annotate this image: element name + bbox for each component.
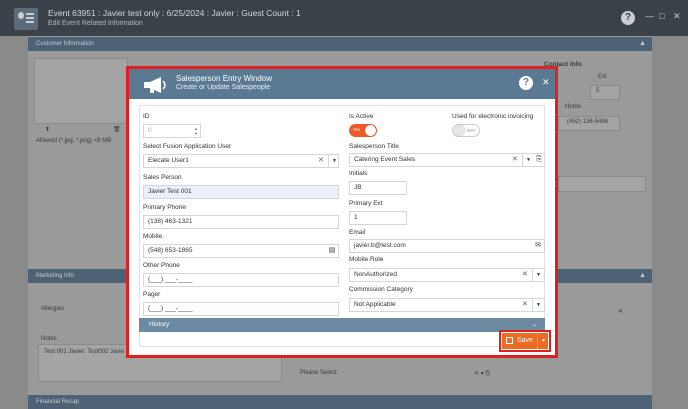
modal-help-icon[interactable]: ? [519,76,533,90]
app-user-value: Elecate User1 [148,157,189,164]
ext-label: Ext [598,74,607,80]
copy-icon[interactable]: ⎘ [533,154,544,166]
salesperson-title-label: Salesperson Title [349,143,399,150]
email-input[interactable]: javier.b@test.com ✉ [349,239,545,253]
maximize-button[interactable]: □ [659,11,664,21]
salesperson-entry-modal: Salesperson Entry Window Create or Updat… [129,69,555,355]
ext-value: 5 [596,88,600,94]
other-phone-label: Other Phone [143,262,180,269]
save-button[interactable]: Save ▼ [502,333,548,349]
pager-input[interactable]: (___) ___-____ [143,302,339,316]
bg-field-right[interactable] [558,176,646,192]
envelope-icon[interactable]: ✉ [532,240,544,252]
upload-icon[interactable]: ⬆ [45,126,50,133]
invoicing-toggle[interactable]: OFF [452,124,480,137]
caret-down-icon[interactable]: ▼ [537,333,549,349]
initials-input[interactable]: JB [349,181,407,195]
invoicing-label: Used for electronic invoicing [452,113,534,120]
notes-value: Test 001 Javier. Test002 Javie [44,349,124,355]
megaphone-icon [144,77,166,93]
clear-icon[interactable]: ✕ [522,299,528,311]
ext-field[interactable] [590,85,620,100]
home-label: Home [565,104,582,110]
id-label: ID [143,113,150,120]
modal-title: Salesperson Entry Window [176,74,273,83]
history-label: History [149,321,170,328]
window-close-button[interactable]: ✕ [673,11,681,22]
is-active-state: ON [353,127,360,132]
mobile-role-select[interactable]: NonAuthorized ✕ ▼ [349,268,545,282]
mobile-role-value: NonAuthorized [354,271,397,278]
mobile-input[interactable]: (548) 653-1865 ▤ [143,244,339,258]
salesperson-title-select[interactable]: Catering Event Sales ✕ ▼ ⎘ [349,153,545,167]
photo-box [34,58,128,124]
sales-person-input[interactable]: Javier Test 001 [143,185,339,199]
bg-clear-icon[interactable]: ✕ [618,308,623,315]
sms-icon[interactable]: ▤ [326,245,338,257]
mobile-label: Mobile [143,233,163,240]
customer-info-section[interactable]: Customer Information ▲ [28,37,652,51]
pager-label: Pager [143,291,161,298]
please-select-value[interactable]: Please Select [300,370,337,376]
contact-card-icon [14,8,38,30]
email-label: Email [349,229,366,236]
primary-ext-label: Primary Ext [349,200,383,207]
app-user-select[interactable]: Elecate User1 ✕ ▼ [143,154,339,168]
delete-icon[interactable]: 🗑 [113,126,121,133]
floppy-disk-icon [506,337,513,344]
id-value: 0 [148,127,152,134]
app-user-label: Select Fusion Application User [143,143,232,150]
chevron-up-icon: ▲ [639,40,646,47]
clear-icon[interactable]: ✕ [522,269,528,281]
mobile-role-label: Mobile Role [349,256,384,263]
marketing-info-title: Marketing Info [36,273,75,279]
modal-close-icon[interactable]: ✕ [542,77,550,88]
chevron-down-icon[interactable]: ▼ [328,155,338,167]
other-phone-input[interactable]: (___) ___-____ [143,273,339,287]
salesperson-title-value: Catering Event Sales [354,156,416,163]
clear-icon[interactable]: ✕ [318,155,324,167]
primary-ext-input[interactable]: 1 [349,211,407,225]
is-active-label: Is Active [349,113,374,120]
invoicing-state: OFF [467,128,476,133]
primary-phone-label: Primary Phone [143,204,186,211]
app-titlebar: Event 63951 : Javier test only : 6/25/20… [0,0,688,36]
toggle-knob [365,125,376,136]
bg-select-controls[interactable]: ✕ ▾ ⎘ [474,370,490,378]
mobile-value: (548) 653-1865 [148,247,193,254]
commission-value: Not Applicable [354,301,396,308]
is-active-toggle[interactable]: ON [349,124,377,137]
commission-select[interactable]: Not Applicable ✕ ▼ [349,298,545,312]
window-subtitle: Edit Event Related Information [48,20,143,27]
allergies-label: Allergies [41,306,65,312]
sales-person-label: Sales Person [143,174,182,181]
app-help-icon[interactable]: ? [621,11,635,25]
id-input[interactable]: 0 ▲ ▼ [143,124,201,138]
home-phone-value: (452) 136-5496 [567,119,609,125]
minimize-button[interactable]: — [645,11,654,21]
email-value: javier.b@test.com [354,242,406,249]
commission-label: Commission Category [349,286,413,293]
history-section[interactable]: History ⌄ [139,318,545,332]
allowed-files-note: Allowed (*.jpg, *.png) <8 MB [36,138,112,144]
modal-subtitle: Create or Update Salespeople [176,84,271,91]
stepper-icon[interactable]: ▲ ▼ [194,126,198,136]
chevron-down-icon[interactable]: ▼ [532,269,544,281]
initials-label: Initials [349,170,368,177]
window-title: Event 63951 : Javier test only : 6/25/20… [48,8,301,18]
save-label: Save [517,337,533,344]
toggle-knob [454,125,465,136]
primary-phone-input[interactable]: (138) 463-1321 [143,215,339,229]
modal-header: Salesperson Entry Window Create or Updat… [129,69,555,99]
chevron-up-icon: ▲ [639,272,646,279]
chevron-down-icon[interactable]: ▼ [532,299,544,311]
customer-info-title: Customer Information [36,41,94,47]
notes-label: Notes [41,336,57,342]
clear-icon[interactable]: ✕ [512,154,518,166]
financial-recap-section[interactable]: Financial Recap [28,395,652,409]
financial-recap-title: Financial Recap [36,399,80,405]
